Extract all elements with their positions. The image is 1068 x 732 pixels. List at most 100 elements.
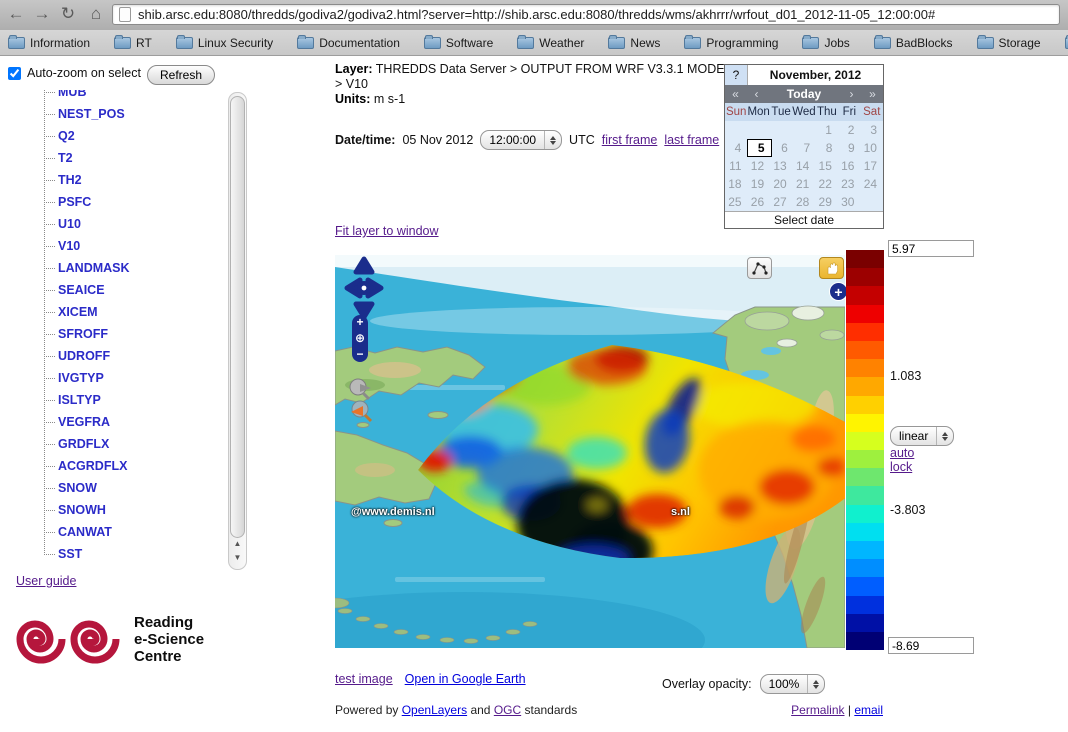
calendar-day-26[interactable]: 26 (748, 193, 771, 211)
layer-link-seaice[interactable]: SEAICE (58, 283, 105, 297)
layer-link-v10[interactable]: V10 (58, 239, 80, 253)
bookmark-item[interactable]: News (608, 36, 660, 50)
bookmark-item[interactable]: Programming (684, 36, 778, 50)
calendar-help-button[interactable]: ? (725, 65, 748, 85)
first-frame-link[interactable]: first frame (602, 133, 658, 147)
history-next-icon[interactable] (347, 400, 377, 424)
calendar-day-9[interactable]: 9 (838, 139, 860, 157)
calendar-day-20[interactable]: 20 (770, 175, 793, 193)
colorbar-min-input[interactable] (888, 637, 974, 654)
today-button[interactable]: Today (767, 85, 841, 103)
history-previous-icon[interactable] (347, 377, 377, 401)
ogc-link[interactable]: OGC (494, 703, 521, 717)
lock-scale-link[interactable]: lock (890, 460, 912, 474)
opacity-select[interactable]: 100% (760, 674, 826, 694)
auto-scale-link[interactable]: auto (890, 446, 914, 460)
layer-link-psfc[interactable]: PSFC (58, 195, 91, 209)
bookmark-item[interactable]: Jobs (802, 36, 849, 50)
openlayers-link[interactable]: OpenLayers (402, 703, 467, 717)
layer-link-udroff[interactable]: UDROFF (58, 349, 110, 363)
layer-link-landmask[interactable]: LANDMASK (58, 261, 130, 275)
calendar-day-23[interactable]: 23 (838, 175, 861, 193)
layer-link-sfroff[interactable]: SFROFF (58, 327, 108, 341)
zoom-in-icon[interactable]: + (356, 316, 363, 329)
calendar-day-21[interactable]: 21 (793, 175, 816, 193)
calendar-day-1[interactable]: 1 (815, 121, 838, 139)
scale-select[interactable]: linear (890, 426, 954, 446)
permalink-link[interactable]: Permalink (791, 703, 844, 717)
bookmark-item[interactable]: BadBlocks (874, 36, 953, 50)
user-guide-link[interactable]: User guide (16, 574, 76, 588)
bookmark-item[interactable]: Linux Security (176, 36, 273, 50)
colorbar-max-input[interactable] (888, 240, 974, 257)
test-image-link[interactable]: test image (335, 672, 393, 686)
layer-link-isltyp[interactable]: ISLTYP (58, 393, 101, 407)
zoom-world-icon[interactable]: ⊕ (355, 332, 365, 345)
layer-link-snowh[interactable]: SNOWH (58, 503, 106, 517)
bookmark-item[interactable]: Storage (977, 36, 1041, 50)
scroll-down-icon[interactable]: ▼ (229, 553, 246, 562)
calendar-day-24[interactable]: 24 (860, 175, 883, 193)
calendar-day-17[interactable]: 17 (860, 157, 883, 175)
layer-link-mub[interactable]: MUB (58, 90, 86, 99)
calendar-day-18[interactable]: 18 (725, 175, 748, 193)
bookmark-item[interactable]: Information (8, 36, 90, 50)
calendar-day-25[interactable]: 25 (725, 193, 748, 211)
google-earth-link[interactable]: Open in Google Earth (405, 672, 526, 686)
layer-link-vegfra[interactable]: VEGFRA (58, 415, 110, 429)
layer-link-t2[interactable]: T2 (58, 151, 73, 165)
last-frame-link[interactable]: last frame (664, 133, 719, 147)
bookmark-item[interactable]: Software (424, 36, 493, 50)
calendar-day-22[interactable]: 22 (815, 175, 838, 193)
calendar-day-15[interactable]: 15 (815, 157, 838, 175)
layer-link-q2[interactable]: Q2 (58, 129, 75, 143)
tree-scrollbar[interactable]: ▲ ▼ (228, 92, 247, 570)
calendar-day-10[interactable]: 10 (861, 139, 883, 157)
layer-link-sst[interactable]: SST (58, 547, 82, 561)
zoom-out-icon[interactable]: − (356, 348, 363, 361)
bookmark-item[interactable]: Documentation (297, 36, 400, 50)
layer-link-canwat[interactable]: CANWAT (58, 525, 112, 539)
prev-month-button[interactable]: ‹ (746, 85, 767, 103)
map-viewport[interactable]: @www.demis.nl s.nl + ⊕ − (335, 255, 845, 648)
home-icon[interactable]: ⌂ (84, 2, 108, 26)
calendar-day-4[interactable]: 4 (725, 139, 747, 157)
calendar-day-6[interactable]: 6 (772, 139, 794, 157)
bookmark-item[interactable]: DataPortal (1065, 36, 1068, 50)
bookmark-item[interactable]: RT (114, 36, 152, 50)
zoom-bar[interactable]: + ⊕ − (352, 315, 368, 362)
calendar-day-16[interactable]: 16 (838, 157, 861, 175)
layer-link-th2[interactable]: TH2 (58, 173, 82, 187)
refresh-button[interactable]: Refresh (147, 65, 215, 85)
prev-year-button[interactable]: « (725, 85, 746, 103)
email-link[interactable]: email (854, 703, 883, 717)
calendar-day-2[interactable]: 2 (838, 121, 861, 139)
layer-link-acgrdflx[interactable]: ACGRDFLX (58, 459, 127, 473)
calendar-day-13[interactable]: 13 (770, 157, 793, 175)
scroll-up-icon[interactable]: ▲ (229, 539, 246, 548)
bookmark-item[interactable]: Weather (517, 36, 584, 50)
pan-hand-tool-button[interactable] (819, 257, 844, 279)
layer-link-u10[interactable]: U10 (58, 217, 81, 231)
back-icon[interactable]: ← (4, 2, 28, 26)
calendar-day-30[interactable]: 30 (838, 193, 861, 211)
layer-link-xicem[interactable]: XICEM (58, 305, 98, 319)
calendar-day-12[interactable]: 12 (748, 157, 771, 175)
calendar-day-7[interactable]: 7 (794, 139, 816, 157)
calendar-day-5[interactable]: 5 (747, 139, 771, 157)
calendar-day-28[interactable]: 28 (793, 193, 816, 211)
calendar-day-8[interactable]: 8 (816, 139, 838, 157)
layer-link-nest_pos[interactable]: NEST_POS (58, 107, 125, 121)
pan-control[interactable] (343, 255, 387, 325)
forward-icon[interactable]: → (30, 2, 54, 26)
calendar-day-27[interactable]: 27 (770, 193, 793, 211)
next-month-button[interactable]: › (841, 85, 862, 103)
reload-icon[interactable]: ↻ (56, 2, 80, 26)
url-bar[interactable]: shib.arsc.edu:8080/thredds/godiva2/godiv… (112, 4, 1060, 25)
polygon-tool-button[interactable] (747, 257, 772, 279)
layer-link-snow[interactable]: SNOW (58, 481, 97, 495)
layer-link-grdflx[interactable]: GRDFLX (58, 437, 109, 451)
layer-link-ivgtyp[interactable]: IVGTYP (58, 371, 104, 385)
calendar-day-3[interactable]: 3 (860, 121, 883, 139)
calendar-day-11[interactable]: 11 (725, 157, 748, 175)
